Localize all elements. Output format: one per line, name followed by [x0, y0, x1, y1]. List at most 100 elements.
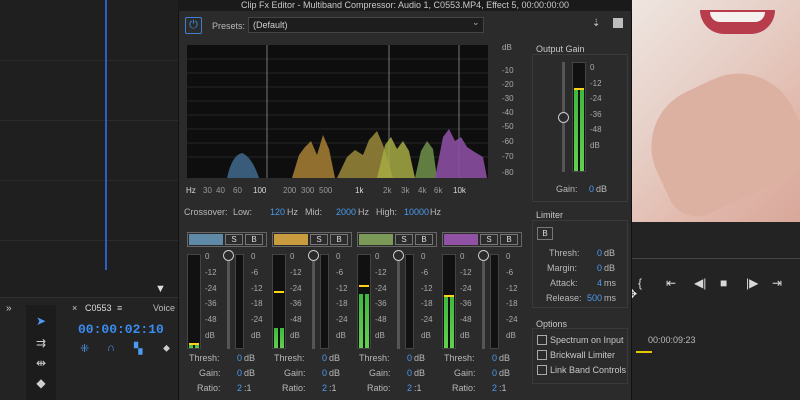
brickwall-limiter-checkbox[interactable] — [537, 350, 547, 360]
band-threshold-fader[interactable] — [482, 254, 485, 349]
limiter-bypass-button[interactable]: B — [537, 227, 553, 240]
mark-in-icon[interactable]: { — [638, 276, 642, 290]
band-ratio-value[interactable]: 2 — [237, 383, 242, 393]
band-ratio-value[interactable]: 2 — [322, 383, 327, 393]
limiter-attack-value[interactable]: 4 — [597, 278, 602, 288]
band-bypass-button[interactable]: B — [415, 234, 433, 245]
limiter-release-value[interactable]: 500 — [587, 293, 602, 303]
band-threshold-knob[interactable] — [478, 250, 489, 261]
db-tick: -40 — [502, 108, 514, 117]
band-ratio-value[interactable]: 2 — [407, 383, 412, 393]
hz-tick: 6k — [434, 186, 443, 195]
band-threshold-knob[interactable] — [393, 250, 404, 261]
link-band-controls-checkbox[interactable] — [537, 365, 547, 375]
linked-selection-icon[interactable]: ∩ — [107, 342, 115, 354]
power-icon[interactable]: ⏻ — [185, 17, 202, 34]
stop-icon[interactable]: ■ — [720, 276, 727, 290]
scale-tick: 0 — [375, 252, 380, 261]
scale-tick: -24 — [251, 315, 263, 325]
brickwall-limiter-label[interactable]: Brickwall Limiter — [550, 350, 615, 360]
go-to-out-icon[interactable]: ⇥ — [772, 276, 782, 290]
snap-icon[interactable]: ⁜ — [80, 342, 89, 355]
presets-dropdown[interactable]: (Default) — [248, 17, 484, 33]
sequence-timecode[interactable]: 00:00:02:10 — [78, 322, 164, 337]
filter-icon[interactable]: ▼ — [155, 283, 166, 295]
ripple-edit-tool-icon[interactable]: ⇹ — [33, 355, 49, 371]
scale-tick: -48 — [290, 315, 302, 325]
scale-tick: 0 — [421, 252, 426, 261]
window-title[interactable]: Clip Fx Editor - Multiband Compressor: A… — [178, 0, 632, 11]
band-gain-value[interactable]: 0 — [322, 368, 327, 378]
band-meter-fill — [274, 327, 278, 348]
band-gain-value[interactable]: 0 — [492, 368, 497, 378]
chevron-down-icon[interactable]: ⌄ — [472, 17, 480, 28]
crossover-low-value[interactable]: 120 — [270, 207, 285, 217]
spectrum-display[interactable] — [187, 45, 488, 178]
sequence-tab[interactable]: C0553 — [85, 303, 112, 313]
band-gain-reduction-meter — [235, 254, 244, 349]
band-solo-button[interactable]: S — [480, 234, 498, 245]
output-gain-fader-knob[interactable] — [558, 112, 569, 123]
band-thresh-value[interactable]: 0 — [322, 353, 327, 363]
track-divider — [0, 240, 180, 241]
hz-tick: 300 — [301, 186, 315, 195]
band-solo-button[interactable]: S — [395, 234, 413, 245]
band-thresh-value[interactable]: 0 — [407, 353, 412, 363]
spectrum-on-input-checkbox[interactable] — [537, 335, 547, 345]
track-divider — [0, 60, 180, 61]
spectrum-on-input-label[interactable]: Spectrum on Input — [550, 335, 624, 345]
close-tab-icon[interactable]: × — [72, 303, 77, 313]
band-1: S B 0 -12 -24 -36 -48 dB 0 -6 -12 -18 -24 dB Thres… — [187, 232, 267, 400]
band-threshold-fader[interactable] — [312, 254, 315, 349]
scale-tick: -6 — [421, 267, 429, 277]
expand-panels-icon[interactable]: » — [6, 303, 12, 314]
delete-preset-icon[interactable] — [613, 18, 623, 28]
band-solo-button[interactable]: S — [310, 234, 328, 245]
scale-tick: dB — [251, 330, 261, 340]
band-threshold-fader[interactable] — [227, 254, 230, 349]
output-gain-value[interactable]: 0 — [589, 184, 594, 194]
db-tick: -20 — [502, 80, 514, 89]
band-solo-button[interactable]: S — [225, 234, 243, 245]
step-back-icon[interactable]: ⇤ — [666, 276, 676, 290]
output-meter-fill-right — [580, 90, 584, 171]
crossover-mid-value[interactable]: 2000 — [336, 207, 356, 217]
band-ratio-label: Ratio: — [197, 383, 221, 393]
scale-tick: -24 — [460, 283, 472, 293]
link-band-controls-label[interactable]: Link Band Controls — [550, 365, 626, 375]
add-marker-icon[interactable]: ▚ — [134, 342, 142, 355]
band-color-swatch — [444, 234, 478, 245]
playhead-line[interactable] — [105, 0, 107, 270]
crossover-high-label: High: — [376, 207, 398, 217]
band-ratio-value[interactable]: 2 — [492, 383, 497, 393]
band-thresh-value[interactable]: 0 — [237, 353, 242, 363]
band-threshold-knob[interactable] — [223, 250, 234, 261]
scale-tick: -18 — [251, 299, 263, 309]
limiter-attack-label: Attack: — [550, 278, 578, 288]
band-gain-value[interactable]: 0 — [407, 368, 412, 378]
band-bypass-button[interactable]: B — [330, 234, 348, 245]
scrub-bar[interactable] — [630, 258, 800, 259]
band-bypass-button[interactable]: B — [245, 234, 263, 245]
band-threshold-fader[interactable] — [397, 254, 400, 349]
crossover-high-value[interactable]: 10000 — [404, 207, 429, 217]
band-gain-value[interactable]: 0 — [237, 368, 242, 378]
razor-tool-icon[interactable]: ◆ — [33, 375, 49, 391]
scale-tick: -24 — [506, 315, 518, 325]
track-select-tool-icon[interactable]: ⇉ — [33, 335, 49, 351]
save-preset-icon[interactable]: ⇣ — [592, 18, 600, 29]
step-forward-icon[interactable]: |▶ — [746, 276, 758, 290]
band-header: S B — [357, 232, 437, 247]
band-bypass-button[interactable]: B — [500, 234, 518, 245]
band-threshold-knob[interactable] — [308, 250, 319, 261]
play-back-icon[interactable]: ◀| — [694, 276, 706, 290]
selection-tool-icon[interactable]: ➤ — [33, 313, 49, 329]
band-thresh-value[interactable]: 0 — [492, 353, 497, 363]
band-ratio-label: Ratio: — [452, 383, 476, 393]
limiter-margin-value[interactable]: 0 — [597, 263, 602, 273]
band-input-meter — [442, 254, 456, 349]
band-thresh-unit: dB — [329, 353, 341, 363]
wrench-icon[interactable]: ⬥ — [163, 343, 170, 354]
limiter-thresh-value[interactable]: 0 — [597, 248, 602, 258]
tab-menu-icon[interactable]: ≡ — [117, 303, 122, 313]
